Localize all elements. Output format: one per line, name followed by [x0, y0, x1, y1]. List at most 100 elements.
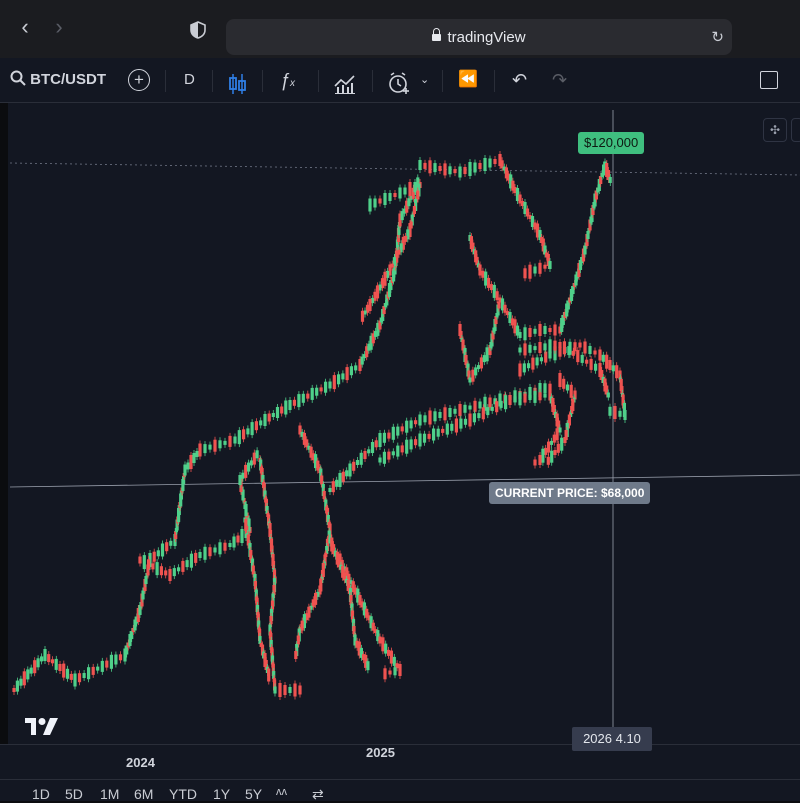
candle-body	[152, 551, 156, 562]
candle-body	[378, 636, 382, 644]
candle-body	[384, 643, 388, 654]
candle-body	[69, 673, 73, 680]
candle-body	[485, 347, 489, 362]
candle-body	[450, 423, 454, 431]
candle-body	[105, 660, 109, 668]
candle-body	[328, 488, 332, 492]
candle-body	[473, 162, 477, 173]
candlestick-chart[interactable]	[0, 0, 800, 800]
candle-body	[391, 426, 395, 440]
candle-body	[387, 451, 391, 460]
candle-body	[208, 444, 212, 450]
candle-body	[398, 187, 402, 199]
candle-body	[160, 543, 165, 557]
candle-body	[489, 284, 493, 291]
candle-body	[548, 261, 552, 269]
candle-body	[547, 441, 551, 453]
candle-body	[283, 685, 287, 695]
candle-body	[331, 481, 335, 493]
candle-body	[508, 395, 512, 405]
candle-body	[414, 439, 418, 446]
candle-body	[228, 543, 232, 547]
time-axis[interactable]: 2024 2025	[0, 744, 800, 779]
candle-body	[370, 442, 375, 453]
candle-body	[477, 365, 481, 370]
candle-body	[409, 439, 413, 450]
crosshair-tool-icon[interactable]: ✣	[763, 118, 787, 142]
date-range-icon[interactable]: ⇄	[312, 786, 324, 803]
candle-body	[414, 420, 418, 425]
candle-body	[533, 459, 537, 466]
candle-body	[292, 399, 296, 406]
candle-body	[169, 540, 173, 546]
candle-body	[244, 464, 248, 478]
candle-body	[548, 339, 552, 354]
candle-body	[183, 464, 187, 476]
candle-body	[598, 349, 602, 361]
candle-body	[552, 434, 556, 443]
candle-body	[548, 328, 552, 332]
candle-body	[563, 437, 567, 443]
candle-body	[348, 463, 352, 477]
candle-body	[87, 667, 91, 680]
candle-body	[533, 346, 537, 351]
candle-body	[543, 393, 547, 398]
candle-body	[544, 447, 548, 455]
candle-body	[352, 461, 356, 471]
candle-body	[232, 536, 236, 548]
candle-body	[409, 420, 413, 429]
compare-icon[interactable]: ʌʌ	[276, 786, 287, 798]
candle-body	[490, 406, 494, 411]
candle-body	[249, 460, 253, 466]
candle-body	[238, 475, 242, 485]
candle-body	[241, 472, 245, 479]
candle-body	[387, 432, 391, 439]
candle-body	[383, 193, 387, 205]
candle-body	[454, 418, 458, 433]
candle-body	[181, 560, 185, 572]
candle-body	[240, 529, 244, 543]
candle-body	[156, 550, 160, 557]
candle-body	[438, 166, 442, 171]
candle-body	[373, 198, 377, 208]
candle-body	[433, 411, 437, 422]
candle-body	[237, 430, 241, 445]
candle-body	[118, 654, 123, 661]
candle-body	[523, 393, 527, 403]
chart-settings-icon[interactable]	[791, 118, 800, 142]
candle-body	[389, 650, 393, 664]
candle-body	[538, 392, 542, 401]
candle-body	[50, 659, 55, 664]
candle-body	[29, 667, 33, 674]
candle-body	[484, 271, 488, 286]
candle-body	[109, 654, 113, 669]
candle-body	[284, 400, 288, 415]
candle-body	[623, 410, 627, 420]
candle-body	[263, 414, 267, 426]
candle-body	[528, 395, 532, 400]
candle-body	[280, 406, 284, 414]
candle-body	[481, 407, 485, 420]
candle-body	[36, 658, 40, 668]
candle-body	[428, 410, 432, 425]
candle-body	[275, 407, 280, 418]
candle-body	[54, 658, 58, 670]
candle-body	[96, 666, 100, 671]
candle-body	[458, 404, 462, 416]
candle-body	[114, 654, 118, 665]
tradingview-logo-icon[interactable]	[24, 716, 60, 738]
candle-body	[405, 420, 409, 433]
candle-body	[543, 326, 547, 334]
candle-body	[497, 301, 501, 309]
crosshair-date-label: 2026 4.10	[572, 727, 652, 751]
candle-body	[349, 366, 353, 376]
candle-body	[77, 673, 82, 683]
candle-body	[611, 365, 615, 372]
candle-body	[555, 428, 559, 441]
candle-body	[294, 651, 298, 659]
candle-body	[65, 668, 70, 679]
candle-body	[432, 428, 436, 441]
candle-body	[560, 437, 564, 451]
candle-body	[522, 363, 526, 373]
candle-body	[565, 384, 570, 391]
